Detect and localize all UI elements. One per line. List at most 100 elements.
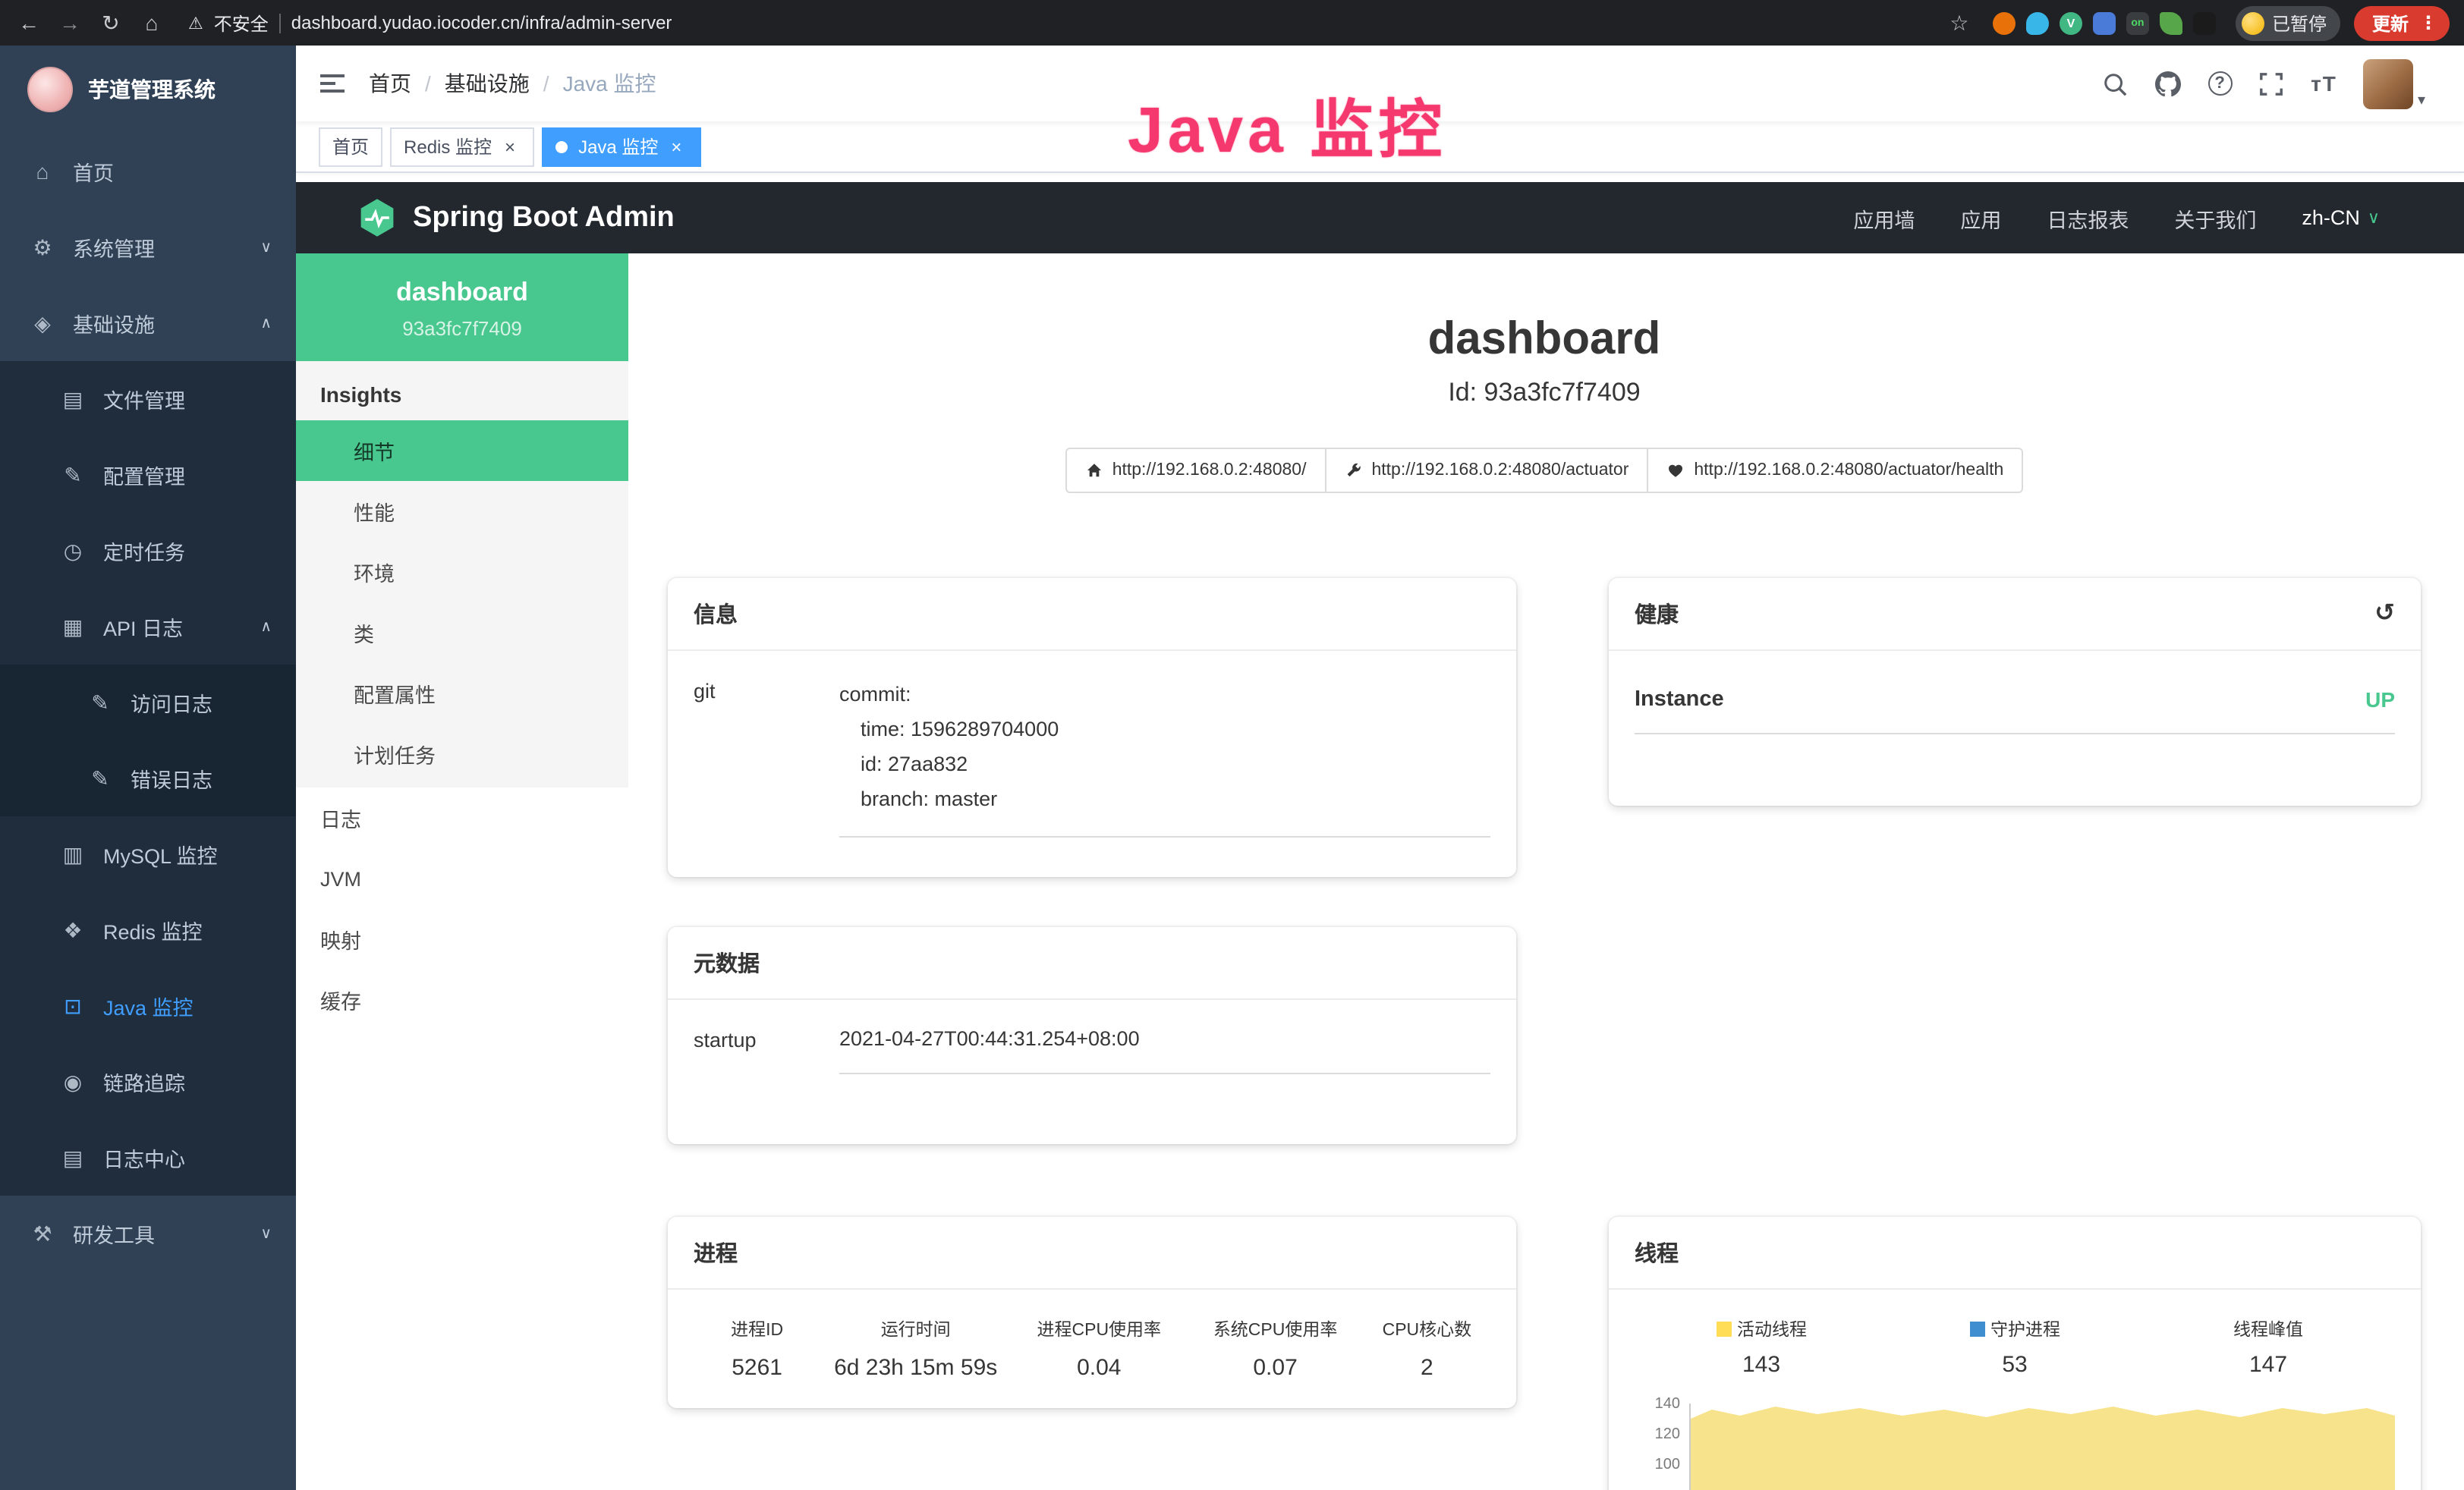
actuator-url-button[interactable]: http://192.168.0.2:48080/actuator bbox=[1324, 448, 1648, 493]
page-title: dashboard bbox=[668, 314, 2421, 366]
sidebar-item-label: 错误日志 bbox=[131, 763, 212, 794]
sba-group-insights[interactable]: Insights bbox=[296, 361, 628, 420]
security-label[interactable]: 不安全 bbox=[214, 10, 269, 36]
sba-insights-group: Insights 细节 性能 环境 类 配置属性 计划任务 bbox=[296, 361, 628, 787]
sidebar-item-tracing[interactable]: ◉ 链路追踪 bbox=[0, 1044, 296, 1120]
sidebar-item-system-management[interactable]: ⚙ 系统管理 ∨ bbox=[0, 209, 296, 285]
browser-window: ← → ↻ ⌂ ⚠ 不安全 dashboard.yudao.iocoder.cn… bbox=[0, 0, 2464, 1490]
breadcrumb-infrastructure[interactable]: 基础设施 bbox=[445, 68, 530, 99]
close-icon[interactable]: × bbox=[499, 136, 521, 157]
sidebar-item-home[interactable]: ⌂ 首页 bbox=[0, 134, 296, 209]
sidebar-item-label: 系统管理 bbox=[73, 232, 155, 262]
sba-item-logs[interactable]: 日志 bbox=[296, 787, 628, 848]
sba-nav-applications[interactable]: 应用 bbox=[1960, 203, 2001, 233]
process-card-title: 进程 bbox=[668, 1217, 1516, 1290]
health-instance-row[interactable]: Instance UP bbox=[1635, 687, 2395, 734]
extension-drop-icon[interactable] bbox=[2026, 11, 2049, 34]
font-size-icon[interactable]: тT bbox=[2311, 71, 2337, 96]
extension-puzzle-icon[interactable] bbox=[2193, 11, 2216, 34]
cards-grid: 信息 git commit: time: 1596289704000 bbox=[668, 578, 2421, 1490]
health-url-button[interactable]: http://192.168.0.2:48080/actuator/health bbox=[1647, 448, 2023, 493]
sidebar-item-scheduled-jobs[interactable]: ◷ 定时任务 bbox=[0, 513, 296, 589]
vue-devtools-icon[interactable]: V bbox=[2060, 11, 2082, 34]
sidebar-item-infrastructure[interactable]: ◈ 基础设施 ∧ bbox=[0, 285, 296, 361]
sba-item-scheduled-tasks[interactable]: 计划任务 bbox=[296, 724, 628, 784]
tag-java-monitor[interactable]: Java 监控 × bbox=[542, 127, 700, 166]
sba-body: dashboard 93a3fc7f7409 Insights 细节 性能 环境… bbox=[296, 253, 2464, 1490]
url-text[interactable]: dashboard.yudao.iocoder.cn/infra/admin-s… bbox=[291, 12, 672, 33]
uptime-value: 6d 23h 15m 59s bbox=[820, 1355, 1011, 1381]
info-card-body: git commit: time: 1596289704000 id: 27aa… bbox=[668, 651, 1516, 865]
sba-item-config-props[interactable]: 配置属性 bbox=[296, 663, 628, 724]
service-url-button[interactable]: http://192.168.0.2:48080/ bbox=[1065, 448, 1326, 493]
sidebar-item-file-management[interactable]: ▤ 文件管理 bbox=[0, 361, 296, 437]
tag-home[interactable]: 首页 bbox=[319, 127, 382, 166]
fullscreen-icon[interactable] bbox=[2258, 70, 2285, 97]
sba-item-environment[interactable]: 环境 bbox=[296, 542, 628, 602]
sidebar-item-access-logs[interactable]: ✎ 访问日志 bbox=[0, 665, 296, 740]
sba-item-classes[interactable]: 类 bbox=[296, 602, 628, 663]
sba-item-jvm[interactable]: JVM bbox=[296, 848, 628, 909]
sba-nav-wallboard[interactable]: 应用墙 bbox=[1853, 203, 1915, 233]
sba-item-caches[interactable]: 缓存 bbox=[296, 970, 628, 1030]
sidebar-item-java-monitor[interactable]: ⊡ Java 监控 bbox=[0, 968, 296, 1044]
address-divider bbox=[279, 13, 281, 33]
sba-logo-icon bbox=[357, 197, 398, 238]
sidebar-item-mysql-monitor[interactable]: ▥ MySQL 监控 bbox=[0, 816, 296, 892]
back-icon[interactable]: ← bbox=[15, 11, 42, 35]
kebab-menu-icon[interactable]: ⋮ bbox=[2419, 12, 2437, 33]
history-icon[interactable]: ↺ bbox=[2374, 602, 2395, 626]
sba-brand[interactable]: Spring Boot Admin bbox=[357, 197, 675, 238]
forward-icon[interactable]: → bbox=[56, 11, 83, 35]
app-logo[interactable]: 芋道管理系统 bbox=[0, 46, 296, 134]
search-icon[interactable] bbox=[2101, 70, 2129, 97]
metadata-value-startup: 2021-04-27T00:44:31.254+08:00 bbox=[839, 1027, 1490, 1074]
cards-left-column: 信息 git commit: time: 1596289704000 bbox=[668, 578, 1516, 1408]
actuator-url: http://192.168.0.2:48080/actuator bbox=[1371, 461, 1629, 479]
card-title: 进程 bbox=[694, 1237, 738, 1268]
home-icon bbox=[1085, 461, 1103, 479]
sba-nav-journal[interactable]: 日志报表 bbox=[2047, 203, 2129, 233]
help-icon[interactable]: ? bbox=[2208, 71, 2232, 96]
extension-switch-icon[interactable]: on bbox=[2126, 11, 2149, 34]
tag-redis-monitor[interactable]: Redis 监控 × bbox=[390, 127, 534, 166]
tools-icon: ⚒ bbox=[30, 1221, 55, 1246]
extension-orange-icon[interactable] bbox=[1993, 11, 2016, 34]
browser-update-button[interactable]: 更新 ⋮ bbox=[2354, 5, 2450, 40]
sba-item-details[interactable]: 细节 bbox=[296, 420, 628, 481]
sba-item-mappings[interactable]: 映射 bbox=[296, 909, 628, 970]
sba-nav: 应用墙 应用 日志报表 关于我们 zh-CN ∨ bbox=[1853, 203, 2380, 233]
sidebar-item-label: 日志中心 bbox=[103, 1143, 185, 1173]
sidebar-item-log-center[interactable]: ▤ 日志中心 bbox=[0, 1120, 296, 1196]
extension-grid-icon[interactable] bbox=[2093, 11, 2116, 34]
browser-home-icon[interactable]: ⌂ bbox=[138, 11, 165, 35]
health-url: http://192.168.0.2:48080/actuator/health bbox=[1694, 461, 2003, 479]
git-commit-line: commit: bbox=[839, 678, 1490, 713]
address-bar[interactable]: ⚠ 不安全 dashboard.yudao.iocoder.cn/infra/a… bbox=[179, 10, 1932, 36]
hamburger-icon[interactable] bbox=[317, 68, 348, 99]
sidebar-item-config-management[interactable]: ✎ 配置管理 bbox=[0, 437, 296, 513]
breadcrumb-separator: / bbox=[425, 71, 431, 96]
sidebar-item-label: 文件管理 bbox=[103, 384, 185, 414]
sba-item-performance[interactable]: 性能 bbox=[296, 481, 628, 542]
metadata-key-startup: startup bbox=[694, 1027, 839, 1074]
sba-instance-header[interactable]: dashboard 93a3fc7f7409 bbox=[296, 253, 628, 361]
sba-locale-select[interactable]: zh-CN ∨ bbox=[2302, 206, 2380, 229]
reload-icon[interactable]: ↻ bbox=[97, 10, 124, 36]
browser-profile-chip[interactable]: 已暂停 bbox=[2236, 5, 2340, 40]
user-avatar bbox=[2363, 58, 2413, 108]
sidebar-item-api-logs[interactable]: ▦ API 日志 ∧ bbox=[0, 589, 296, 665]
breadcrumb-home[interactable]: 首页 bbox=[369, 68, 411, 99]
bookmark-star-icon[interactable]: ☆ bbox=[1946, 10, 1973, 36]
threads-chart-y-axis: 140 120 100 bbox=[1635, 1396, 1689, 1490]
tag-label: Redis 监控 bbox=[404, 134, 492, 159]
extension-leaf-icon[interactable] bbox=[2160, 11, 2182, 34]
close-icon[interactable]: × bbox=[666, 136, 687, 157]
sidebar-item-error-logs[interactable]: ✎ 错误日志 bbox=[0, 740, 296, 816]
github-icon[interactable] bbox=[2154, 70, 2182, 97]
sidebar-item-redis-monitor[interactable]: ❖ Redis 监控 bbox=[0, 892, 296, 968]
sidebar-item-dev-tools[interactable]: ⚒ 研发工具 ∨ bbox=[0, 1196, 296, 1272]
user-menu[interactable]: ▾ bbox=[2363, 58, 2425, 108]
sba-nav-about[interactable]: 关于我们 bbox=[2174, 203, 2256, 233]
active-threads-area bbox=[1691, 1404, 2395, 1490]
